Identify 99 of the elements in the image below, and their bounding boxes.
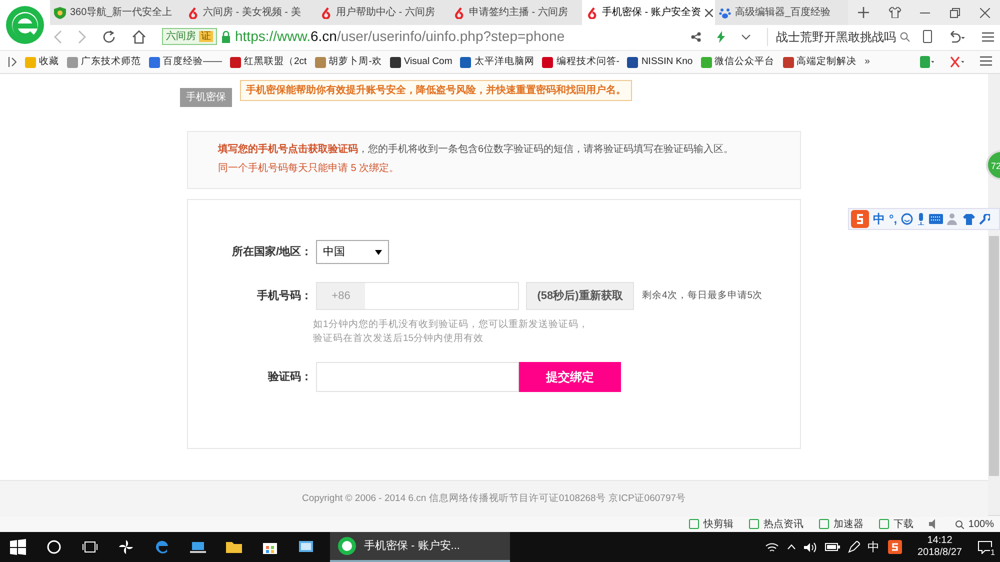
tooltip: 手机密保能帮助你有效提升账号安全，降低盗号风险，并快速重置密码和找回用户名。: [240, 80, 632, 101]
six-logo-icon: [320, 6, 332, 18]
wifi-icon[interactable]: [764, 542, 778, 552]
folder-icon[interactable]: [226, 539, 242, 555]
verified-badge: 证: [199, 31, 213, 42]
chevron-up-icon[interactable]: [786, 544, 796, 550]
bookmark-link[interactable]: 广东技术师范: [67, 54, 141, 70]
magnifier-icon: [955, 520, 964, 528]
close-icon[interactable]: [704, 8, 713, 16]
status-item[interactable]: 热点资讯: [749, 516, 804, 532]
url-field[interactable]: https://www.6.cn/user/userinfo/uinfo.php?step=phone: [235, 26, 675, 47]
edge-icon[interactable]: [154, 539, 170, 555]
shirt-icon[interactable]: [888, 7, 901, 18]
punctuation-toggle[interactable]: °,: [889, 210, 898, 228]
notification-button[interactable]: 1: [978, 538, 992, 556]
task-view-icon[interactable]: [82, 539, 98, 555]
browser-tab[interactable]: 用户帮助中心 - 六间房: [316, 0, 449, 25]
bookmark-link[interactable]: 百度经验——: [149, 54, 222, 70]
paw-icon: [719, 6, 731, 18]
lock-icon: [221, 30, 231, 42]
sogou-icon[interactable]: [888, 540, 902, 554]
keyboard-icon[interactable]: [929, 214, 944, 224]
smiley-icon[interactable]: [901, 213, 914, 225]
status-item[interactable]: 加速器: [819, 516, 864, 532]
reload-icon[interactable]: [102, 30, 116, 44]
pen-icon[interactable]: [848, 541, 860, 553]
taskbar-app[interactable]: 手机密保 - 账户安...: [330, 532, 510, 562]
app-icon: [689, 519, 700, 529]
site-name: 六间房: [166, 31, 196, 42]
limit-text: 同一个手机号码每天只能申请 5 次绑定。: [218, 162, 400, 176]
country-select[interactable]: 中国: [316, 240, 389, 264]
monitor-icon[interactable]: [298, 539, 314, 555]
hint-text: 如1分钟内您的手机没有收到验证码，您可以重新发送验证码，: [313, 318, 590, 332]
scrollbar[interactable]: [988, 74, 1000, 515]
windows-start-icon[interactable]: [10, 539, 26, 555]
notice-text: 填写您的手机号点击获取验证码，您的手机将收到一条包含6位数字验证码的短信，请将验证码填写在验证码输入区。: [218, 142, 735, 157]
phone-icon[interactable]: [923, 30, 932, 43]
new-tab-icon[interactable]: [858, 7, 869, 18]
app-icon: [879, 519, 890, 529]
browser-tab[interactable]: 六间房 - 美女视频 - 美: [183, 0, 316, 25]
dropdown-icon: [375, 250, 382, 254]
browser-logo: [338, 537, 356, 555]
home-icon[interactable]: [132, 30, 146, 44]
status-item[interactable]: 下载: [879, 516, 914, 532]
browser-logo[interactable]: [5, 5, 45, 45]
field-label: 所在国家/地区：: [230, 244, 312, 260]
menu-icon[interactable]: [980, 56, 992, 66]
bookmark-link[interactable]: Visual Com: [390, 54, 452, 70]
shirt-icon[interactable]: [963, 214, 976, 224]
close-icon[interactable]: [980, 8, 990, 18]
shield-icon: [54, 6, 66, 18]
undo-icon[interactable]: [948, 30, 966, 42]
bookmark-link[interactable]: 高端定制解决: [782, 54, 857, 70]
menu-icon[interactable]: [982, 32, 994, 42]
six-logo-icon: [586, 6, 598, 18]
copyright-text: Copyright © 2006 - 2014 6.cn 信息网络传播视听节目许可证0108268号 京ICP证060797号: [302, 492, 686, 506]
field-label: 验证码：: [266, 370, 312, 385]
notification-icon: [978, 541, 992, 554]
clock[interactable]: 14:12 2018/8/27: [910, 535, 970, 559]
quota-text: 剩余4次，每日最多申请5次: [642, 288, 763, 303]
volume-icon[interactable]: [804, 542, 816, 552]
browser-tab[interactable]: 360导航_新一代安全上: [50, 0, 183, 25]
bookmark-link[interactable]: 收藏: [25, 54, 59, 70]
bookmark-link[interactable]: 红黑联盟（2ct: [230, 54, 307, 70]
app-icon: [749, 519, 760, 529]
hint-text: 验证码在首次发送后15分钟内使用有效: [313, 332, 485, 346]
bookmark-link[interactable]: NISSIN Kno: [627, 54, 693, 70]
browser-tab[interactable]: 申请签约主播 - 六间房: [449, 0, 582, 25]
code-input[interactable]: [316, 362, 519, 392]
bookmark-link[interactable]: 胡萝卜周-欢: [314, 54, 382, 70]
search-field[interactable]: 战士荒野开黑敢挑战吗: [767, 28, 907, 46]
scroll-thumb[interactable]: [989, 236, 999, 476]
lightning-icon[interactable]: [717, 30, 725, 42]
more-bookmarks[interactable]: »: [864, 54, 870, 70]
status-item[interactable]: 快剪辑: [689, 516, 734, 532]
browser-tab[interactable]: 高级编辑器_百度经验: [715, 0, 848, 25]
input-language[interactable]: 中: [868, 538, 880, 556]
chevron-icon[interactable]: [741, 34, 751, 40]
wrench-icon[interactable]: [979, 214, 990, 224]
zoom-control[interactable]: 100%: [955, 516, 994, 532]
field-label: 手机号码：: [256, 288, 312, 304]
bookmark-link[interactable]: 编程技术问答-: [542, 54, 620, 70]
sidebar-toggle-icon[interactable]: [8, 57, 17, 67]
share-icon[interactable]: [691, 32, 701, 42]
restore-icon[interactable]: [950, 8, 960, 18]
search-icon[interactable]: [46, 539, 62, 555]
microphone-icon[interactable]: [917, 213, 926, 225]
battery-icon[interactable]: [824, 543, 840, 551]
bookmark-link[interactable]: 太平洋电脑网: [460, 54, 534, 70]
app-icon: [819, 519, 830, 529]
six-logo-icon: [453, 6, 465, 18]
submit-button[interactable]: 提交绑定: [519, 362, 621, 392]
pinwheel-icon[interactable]: [118, 539, 134, 555]
laptop-icon[interactable]: [190, 539, 206, 555]
section-tag: 手机密保: [180, 88, 232, 107]
bookmark-link[interactable]: 微信公众平台: [700, 54, 775, 70]
six-logo-icon: [187, 6, 199, 18]
browser-tab[interactable]: 手机密保 - 账户安全资: [582, 0, 715, 25]
ime-mode[interactable]: 中: [873, 210, 885, 228]
